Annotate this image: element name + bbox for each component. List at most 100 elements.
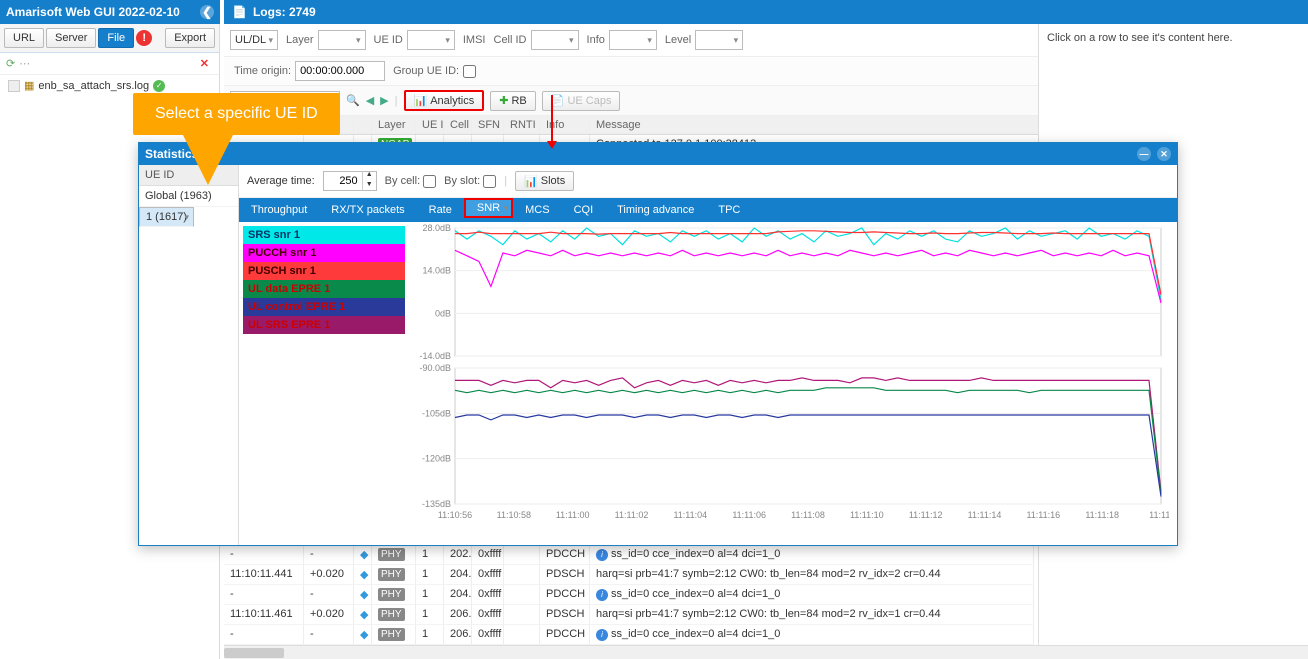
stats-ue-list: UE ID Global (1963)1 (1617) [139,165,239,545]
legend-item[interactable]: PUSCH snr 1 [243,262,405,280]
prev-icon[interactable]: ◀ [366,94,374,107]
annotation-arrow [551,95,553,143]
ue-row[interactable]: Global (1963) [139,186,238,207]
svg-text:11:11:18: 11:11:18 [1085,510,1119,520]
server-button[interactable]: Server [46,28,96,48]
next-icon[interactable]: ▶ [380,94,388,107]
statistics-window: Statistics — ✕ UE ID Global (1963)1 (161… [138,142,1178,546]
app-title: Amarisoft Web GUI 2022-02-10 [6,5,180,19]
binoculars-icon[interactable]: 🔍 [346,94,360,107]
svg-text:11:11:: 11:11: [1149,510,1169,520]
uecaps-button[interactable]: 📄UE Caps [542,91,621,111]
bycell-label: By cell: [385,175,420,187]
level-label: Level [665,34,691,46]
slots-button[interactable]: 📊Slots [515,171,574,191]
svg-text:11:11:10: 11:11:10 [850,510,884,520]
info-label: Info [587,34,605,46]
time-origin-input[interactable] [295,61,385,81]
svg-text:-135dB: -135dB [422,499,451,509]
group-ue-checkbox[interactable] [463,65,476,78]
time-origin-label: Time origin: [234,65,291,77]
layer-label: Layer [286,34,314,46]
script-icon: ▦ [24,79,34,92]
logs-title: Logs: 2749 [253,5,316,19]
svg-text:11:11:14: 11:11:14 [968,510,1002,520]
svg-text:14.0dB: 14.0dB [422,266,451,276]
log-row[interactable]: 11:10:11.441+0.020◆PHY1204.00xffffPDSCHh… [224,565,1034,585]
level-select[interactable] [695,30,743,50]
svg-text:11:11:00: 11:11:00 [556,510,590,520]
imsi-label: IMSI [463,34,486,46]
svg-text:-120dB: -120dB [422,454,451,464]
file-type-icon [8,80,20,92]
tab-tpc[interactable]: TPC [706,198,752,222]
svg-text:11:11:08: 11:11:08 [791,510,825,520]
stats-tabs: ThroughputRX/TX packetsRateSNRMCSCQITimi… [239,198,1177,222]
file-name: enb_sa_attach_srs.log [38,80,149,92]
legend-item[interactable]: SRS snr 1 [243,226,405,244]
svg-text:0dB: 0dB [435,308,451,318]
chart-canvas: -14.0dB 0dB 14.0dB 28.0dB -135dB -120dB -105dB… [409,222,1177,545]
collapse-left-icon[interactable]: ❮ [200,5,214,19]
svg-text:11:11:06: 11:11:06 [732,510,766,520]
clear-x-icon[interactable]: ✕ [196,57,213,70]
detail-hint: Click on a row to see it's content here. [1047,32,1233,44]
svg-text:-90.0dB: -90.0dB [419,363,451,373]
legend-item[interactable]: UL control EPRE 1 [243,298,405,316]
svg-text:11:11:12: 11:11:12 [909,510,943,520]
file-icon: 📄 [232,5,247,19]
tab-mcs[interactable]: MCS [513,198,561,222]
export-button[interactable]: Export [165,28,215,48]
legend-item[interactable]: UL SRS EPRE 1 [243,316,405,334]
log-row[interactable]: --◆PHY1206.00xffffPDCCHiss_id=0 cce_inde… [224,625,1034,645]
reload-icon[interactable]: ⟳ [6,57,15,70]
horizontal-scrollbar[interactable] [224,645,1308,659]
annotation-callout: Select a specific UE ID [133,93,340,185]
svg-text:28.0dB: 28.0dB [422,223,451,233]
file-button[interactable]: File [98,28,134,48]
layer-select[interactable] [318,30,366,50]
svg-text:11:11:02: 11:11:02 [615,510,649,520]
ue-row[interactable]: 1 (1617) [139,207,194,227]
tab-cqi[interactable]: CQI [562,198,606,222]
tab-rx-tx-packets[interactable]: RX/TX packets [319,198,416,222]
analytics-button[interactable]: 📊Analytics [404,90,485,111]
warning-icon[interactable]: ! [136,30,152,46]
chart-legend: SRS snr 1PUCCH snr 1PUSCH snr 1UL data E… [239,222,409,545]
tab-snr[interactable]: SNR [464,198,513,218]
cellid-select[interactable] [531,30,579,50]
rb-button[interactable]: ✚RB [490,91,536,111]
byslot-checkbox[interactable] [483,175,496,188]
log-row[interactable]: --◆PHY1204.00xffffPDCCHiss_id=0 cce_inde… [224,585,1034,605]
logs-header: 📄 Logs: 2749 [224,0,1308,24]
group-ue-label: Group UE ID: [393,65,459,77]
byslot-label: By slot: [444,175,480,187]
info-select[interactable] [609,30,657,50]
stats-toolbar: Average time: ▲▼ By cell: By slot: | 📊Sl… [239,165,1177,198]
log-row[interactable]: --◆PHY1202.00xffffPDCCHiss_id=0 cce_inde… [224,545,1034,565]
dots-icon[interactable]: ⋯ [19,57,30,70]
svg-text:11:11:04: 11:11:04 [673,510,707,520]
left-panel-header: Amarisoft Web GUI 2022-02-10 ❮ [0,0,220,24]
svg-text:11:10:58: 11:10:58 [497,510,531,520]
svg-text:-105dB: -105dB [422,408,451,418]
ueid-select[interactable] [407,30,455,50]
log-row[interactable]: 11:10:11.461+0.020◆PHY1206.00xffffPDSCHh… [224,605,1034,625]
tab-rate[interactable]: Rate [417,198,464,222]
close-icon[interactable]: ✕ [1157,147,1171,161]
svg-text:-14.0dB: -14.0dB [419,351,451,361]
left-toolbar: URL Server File ! Export [0,24,219,53]
url-button[interactable]: URL [4,28,44,48]
uldl-select[interactable]: UL/DL [230,30,278,50]
tab-throughput[interactable]: Throughput [239,198,319,222]
legend-item[interactable]: PUCCH snr 1 [243,244,405,262]
bycell-checkbox[interactable] [423,175,436,188]
ueid-label: UE ID [374,34,403,46]
legend-item[interactable]: UL data EPRE 1 [243,280,405,298]
ok-check-icon: ✓ [153,80,165,92]
cellid-label: Cell ID [494,34,527,46]
svg-text:11:10:56: 11:10:56 [438,510,472,520]
svg-text:11:11:16: 11:11:16 [1026,510,1060,520]
minimize-icon[interactable]: — [1137,147,1151,161]
tab-timing-advance[interactable]: Timing advance [605,198,706,222]
